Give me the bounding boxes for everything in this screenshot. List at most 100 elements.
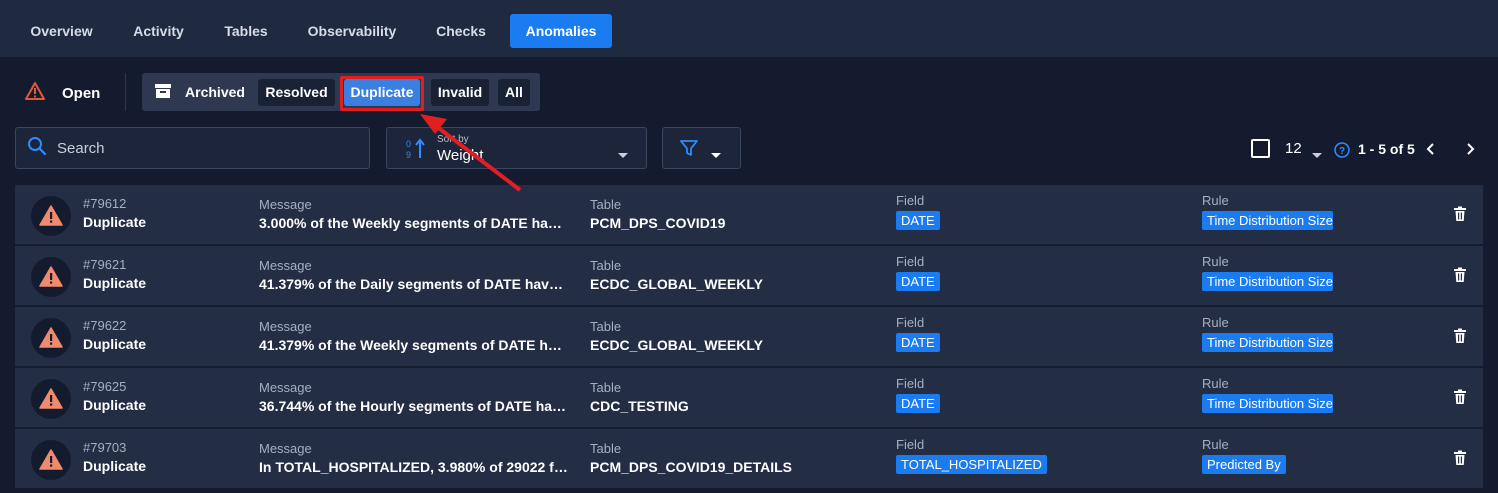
status-archived-button[interactable]: Archived xyxy=(180,79,250,106)
rule-label: Rule xyxy=(1202,193,1229,208)
anomaly-table: PCM_DPS_COVID19_DETAILS xyxy=(590,459,793,475)
field-badge: DATE xyxy=(896,272,940,291)
anomaly-id: #79622 xyxy=(83,318,127,333)
anomaly-id: #79625 xyxy=(83,379,127,394)
table-label: Table xyxy=(590,197,622,212)
tab-activity[interactable]: Activity xyxy=(117,14,200,48)
field-label: Field xyxy=(896,254,925,269)
warning-triangle-icon xyxy=(31,440,71,480)
table-label: Table xyxy=(590,441,622,456)
warning-triangle-icon xyxy=(31,379,71,419)
warning-triangle-icon xyxy=(31,257,71,297)
trash-icon[interactable] xyxy=(1453,206,1467,227)
anomaly-row[interactable]: #79621 Duplicate Message 41.379% of the … xyxy=(15,246,1483,306)
anomaly-status: Duplicate xyxy=(83,458,147,474)
tab-overview[interactable]: Overview xyxy=(15,14,108,48)
anomaly-table: ECDC_GLOBAL_WEEKLY xyxy=(590,276,763,292)
anomaly-id: #79703 xyxy=(83,440,127,455)
tab-tables[interactable]: Tables xyxy=(208,14,284,48)
status-invalid-button[interactable]: Invalid xyxy=(431,79,489,106)
anomaly-status: Duplicate xyxy=(83,336,147,352)
anomaly-message: 41.379% of the Daily segments of DATE ha… xyxy=(259,276,569,292)
field-label: Field xyxy=(896,437,925,452)
search-icon xyxy=(27,136,47,161)
sort-dropdown[interactable]: 0 9 Sort by Weight xyxy=(386,127,647,169)
search-box[interactable] xyxy=(15,127,370,169)
trash-icon[interactable] xyxy=(1453,450,1467,471)
pagination-range: 1 - 5 of 5 xyxy=(1358,141,1415,157)
chevron-right-icon[interactable] xyxy=(1464,142,1476,166)
status-filter-group: Archived Resolved Duplicate Invalid All xyxy=(142,73,540,111)
rule-badge: Predicted By xyxy=(1202,455,1286,474)
tab-checks[interactable]: Checks xyxy=(420,14,502,48)
chevron-left-icon[interactable] xyxy=(1425,142,1437,166)
rule-label: Rule xyxy=(1202,315,1229,330)
anomaly-message: 36.744% of the Hourly segments of DATE h… xyxy=(259,398,569,414)
svg-text:9: 9 xyxy=(406,150,411,160)
chevron-down-icon[interactable] xyxy=(1311,146,1323,170)
anomaly-row[interactable]: #79612 Duplicate Message 3.000% of the W… xyxy=(15,185,1483,245)
chevron-down-icon xyxy=(617,146,629,164)
anomaly-status: Duplicate xyxy=(83,397,147,413)
field-badge: DATE xyxy=(896,333,940,352)
field-label: Field xyxy=(896,376,925,391)
trash-icon[interactable] xyxy=(1453,267,1467,288)
message-label: Message xyxy=(259,197,312,212)
status-open-label: Open xyxy=(62,84,101,102)
anomaly-table: PCM_DPS_COVID19 xyxy=(590,215,726,231)
anomaly-status: Duplicate xyxy=(83,214,147,230)
trash-icon[interactable] xyxy=(1453,389,1467,410)
svg-text:?: ? xyxy=(1339,146,1345,157)
field-badge: TOTAL_HOSPITALIZED xyxy=(896,455,1047,474)
message-label: Message xyxy=(259,319,312,334)
anomaly-message: 41.379% of the Weekly segments of DATE h… xyxy=(259,337,569,353)
table-label: Table xyxy=(590,319,622,334)
svg-text:0: 0 xyxy=(406,139,411,149)
status-resolved-button[interactable]: Resolved xyxy=(258,79,335,106)
anomaly-table: ECDC_GLOBAL_WEEKLY xyxy=(590,337,763,353)
select-all-checkbox[interactable] xyxy=(1251,139,1270,163)
rule-label: Rule xyxy=(1202,437,1229,452)
anomaly-message: 3.000% of the Weekly segments of DATE ha… xyxy=(259,215,569,231)
archive-box-icon xyxy=(154,82,172,105)
filter-funnel-icon xyxy=(680,139,698,162)
anomaly-row[interactable]: #79703 Duplicate Message In TOTAL_HOSPIT… xyxy=(15,429,1483,489)
field-badge: DATE xyxy=(896,394,940,413)
warning-triangle-icon xyxy=(31,196,71,236)
sort-numeric-icon: 0 9 xyxy=(405,138,427,165)
tab-observability[interactable]: Observability xyxy=(292,14,412,48)
search-input[interactable] xyxy=(57,139,357,157)
rule-badge: Time Distribution Size xyxy=(1202,333,1333,352)
anomaly-row[interactable]: #79625 Duplicate Message 36.744% of the … xyxy=(15,368,1483,428)
chevron-down-icon xyxy=(710,146,722,164)
field-label: Field xyxy=(896,315,925,330)
filter-button[interactable] xyxy=(662,127,741,169)
table-label: Table xyxy=(590,380,622,395)
anomaly-row[interactable]: #79622 Duplicate Message 41.379% of the … xyxy=(15,307,1483,367)
tab-anomalies[interactable]: Anomalies xyxy=(510,14,612,48)
rule-label: Rule xyxy=(1202,376,1229,391)
rule-badge: Time Distribution Size xyxy=(1202,394,1333,413)
anomaly-id: #79612 xyxy=(83,196,127,211)
rule-badge: Time Distribution Size xyxy=(1202,272,1333,291)
sort-value: Weight xyxy=(437,147,484,164)
message-label: Message xyxy=(259,441,312,456)
anomaly-id: #79621 xyxy=(83,257,127,272)
rule-badge: Time Distribution Size xyxy=(1202,211,1333,230)
table-label: Table xyxy=(590,258,622,273)
message-label: Message xyxy=(259,258,312,273)
message-label: Message xyxy=(259,380,312,395)
status-all-button[interactable]: All xyxy=(498,79,530,106)
warning-triangle-icon xyxy=(31,318,71,358)
top-tab-bar: Overview Activity Tables Observability C… xyxy=(0,0,1498,57)
divider xyxy=(125,73,126,111)
field-badge: DATE xyxy=(896,211,940,230)
help-icon[interactable]: ? xyxy=(1334,142,1350,166)
page-size-select[interactable]: 12 xyxy=(1285,140,1302,164)
status-open-button[interactable]: Open xyxy=(24,80,100,106)
status-duplicate-button[interactable]: Duplicate xyxy=(344,79,420,106)
field-label: Field xyxy=(896,193,925,208)
warning-triangle-icon xyxy=(24,81,46,106)
anomaly-status: Duplicate xyxy=(83,275,147,291)
trash-icon[interactable] xyxy=(1453,328,1467,349)
